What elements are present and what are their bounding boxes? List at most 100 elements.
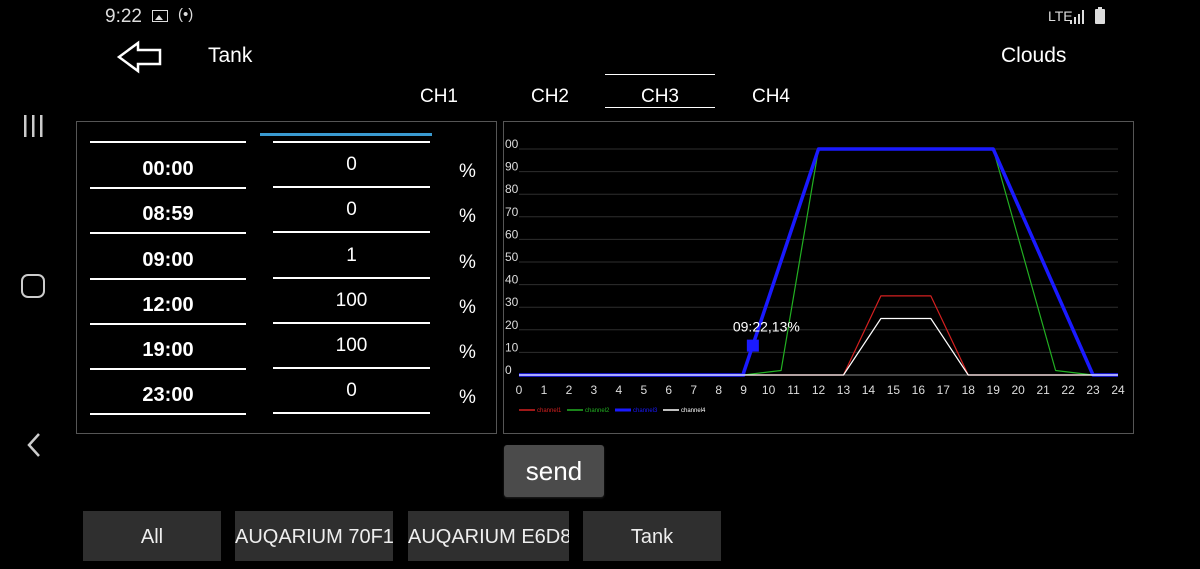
percent-unit: % (459, 387, 476, 408)
schedule-time[interactable]: 23:00 (90, 384, 246, 407)
y-tick-label: 40 (505, 273, 519, 287)
device-button-all[interactable]: All (83, 511, 221, 561)
x-tick-label: 10 (762, 383, 776, 397)
x-tick-label: 13 (837, 383, 851, 397)
schedule-row: 08:59 0 % (90, 189, 500, 234)
x-tick-label: 18 (962, 383, 976, 397)
schedule-divider (273, 367, 430, 369)
schedule-time[interactable]: 19:00 (90, 339, 246, 362)
x-tick-label: 15 (887, 383, 901, 397)
schedule-row: 12:00 100 % (90, 280, 500, 325)
x-tick-label: 16 (912, 383, 926, 397)
y-tick-label: 0 (505, 363, 512, 377)
y-tick-label: 50 (505, 250, 519, 264)
battery-icon (1095, 7, 1105, 24)
x-tick-label: 4 (615, 383, 622, 397)
x-tick-label: 20 (1011, 383, 1025, 397)
y-tick-label: 70 (505, 205, 519, 219)
page-title: Tank (208, 44, 253, 67)
schedule-row: 00:00 0 % (90, 144, 500, 189)
x-tick-label: 21 (1036, 383, 1050, 397)
x-tick-label: 0 (516, 383, 523, 397)
tab-mask (380, 104, 840, 116)
schedule-divider (90, 413, 246, 415)
percent-unit: % (459, 297, 476, 318)
y-tick-label: 20 (505, 318, 519, 332)
tab-indicator-bottom (605, 107, 715, 108)
signal-icon (1070, 10, 1084, 24)
schedule-row: 09:00 1 % (90, 235, 500, 280)
percent-unit: % (459, 252, 476, 273)
schedule-scroll-indicator (260, 133, 432, 136)
chart-marker-label: 09:22,13% (733, 319, 800, 335)
schedule-time[interactable]: 00:00 (90, 158, 246, 181)
schedule-divider (90, 232, 246, 234)
x-tick-label: 6 (665, 383, 672, 397)
schedule-value-input[interactable]: 0 (273, 199, 430, 221)
channel-chart[interactable]: 0102030405060708090000 1 2 3 4 5 6 7 8 9 10 11 12 13 1… (503, 121, 1134, 434)
home-icon[interactable] (21, 274, 45, 298)
x-tick-label: 23 (1086, 383, 1100, 397)
schedule-value-input[interactable]: 100 (273, 290, 430, 312)
legend-label-channel2: channel2 (585, 408, 610, 414)
device-button-70f1[interactable]: AUQARIUM 70F1 (235, 511, 393, 561)
y-tick-label: 10 (505, 340, 519, 354)
schedule-divider (90, 141, 246, 143)
schedule-divider (273, 412, 430, 414)
series-line-channel4 (519, 317, 1118, 376)
legend-label-channel1: channel1 (537, 408, 562, 414)
x-tick-label: 3 (591, 383, 598, 397)
x-tick-label: 1 (541, 383, 548, 397)
y-tick-label: 80 (505, 182, 519, 196)
x-tick-label: 7 (690, 383, 697, 397)
nav-back-icon[interactable] (24, 432, 46, 458)
schedule-time[interactable]: 08:59 (90, 203, 246, 226)
device-button-e6d8[interactable]: AUQARIUM E6D8 (408, 511, 569, 561)
percent-unit: % (459, 342, 476, 363)
schedule-divider (273, 231, 430, 233)
x-tick-label: 9 (740, 383, 747, 397)
schedule-divider (273, 322, 430, 324)
mode-label[interactable]: Clouds (1001, 44, 1066, 68)
tab-indicator (605, 74, 715, 75)
legend-label-channel4: channel4 (681, 408, 706, 414)
x-tick-label: 5 (640, 383, 647, 397)
schedule-value-input[interactable]: 1 (273, 245, 430, 267)
x-tick-label: 2 (566, 383, 573, 397)
x-tick-label: 17 (937, 383, 951, 397)
recents-icon[interactable] (22, 115, 44, 137)
y-tick-label: 00 (505, 137, 519, 151)
x-tick-label: 14 (862, 383, 876, 397)
x-tick-label: 11 (787, 383, 800, 397)
percent-unit: % (459, 206, 476, 227)
schedule-row: 23:00 0 % (90, 370, 500, 415)
schedule-value-input[interactable]: 0 (273, 154, 430, 176)
y-tick-label: 90 (505, 160, 519, 174)
cast-icon: (•) (178, 6, 194, 23)
x-tick-label: 12 (812, 383, 826, 397)
schedule-divider (273, 186, 430, 188)
schedule-divider (273, 141, 430, 143)
legend-label-channel3: channel3 (633, 408, 658, 414)
schedule-value-input[interactable]: 100 (273, 335, 430, 357)
percent-unit: % (459, 161, 476, 182)
y-tick-label: 30 (505, 295, 519, 309)
x-tick-label: 19 (987, 383, 1001, 397)
status-time: 9:22 (105, 6, 142, 27)
send-button[interactable]: send (504, 445, 604, 497)
series-line-channel1 (519, 295, 1118, 376)
x-tick-label: 22 (1061, 383, 1075, 397)
schedule-row: 19:00 100 % (90, 325, 500, 370)
network-type: LTE (1048, 8, 1073, 24)
schedule-time[interactable]: 09:00 (90, 249, 246, 272)
y-tick-label: 60 (505, 227, 519, 241)
back-arrow-icon[interactable] (116, 40, 164, 74)
device-button-tank[interactable]: Tank (583, 511, 721, 561)
image-icon (152, 10, 168, 22)
chart-marker (746, 339, 759, 352)
x-tick-label: 24 (1111, 383, 1125, 397)
schedule-value-input[interactable]: 0 (273, 380, 430, 402)
schedule-divider (273, 277, 430, 279)
schedule-time[interactable]: 12:00 (90, 294, 246, 317)
x-tick-label: 8 (715, 383, 722, 397)
